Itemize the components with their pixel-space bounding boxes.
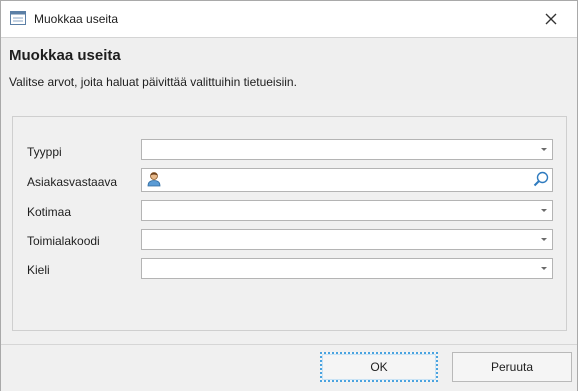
field-label-asiakasvastaava: Asiakasvastaava bbox=[27, 175, 118, 189]
button-bar: OK Peruuta bbox=[1, 344, 577, 391]
field-label-tyyppi: Tyyppi bbox=[27, 145, 62, 159]
close-button[interactable] bbox=[537, 7, 565, 31]
field-label-kotimaa: Kotimaa bbox=[27, 205, 72, 219]
content-area: Tyyppi Asiakasvastaava Kotimaa Toimialak… bbox=[1, 100, 577, 344]
title-bar: Muokkaa useita bbox=[1, 1, 577, 37]
close-icon bbox=[545, 13, 557, 25]
ok-button[interactable]: OK bbox=[320, 352, 438, 382]
fields-panel: Tyyppi Asiakasvastaava Kotimaa Toimialak… bbox=[12, 116, 567, 331]
dialog-instructions: Valitse arvot, joita haluat päivittää va… bbox=[9, 75, 297, 89]
cancel-button[interactable]: Peruuta bbox=[452, 352, 572, 382]
chevron-down-icon[interactable] bbox=[541, 209, 547, 212]
chevron-down-icon[interactable] bbox=[541, 238, 547, 241]
dialog-heading: Muokkaa useita bbox=[9, 47, 121, 64]
field-label-toimialakoodi: Toimialakoodi bbox=[27, 234, 100, 248]
chevron-down-icon[interactable] bbox=[541, 148, 547, 151]
kieli-dropdown[interactable] bbox=[141, 258, 553, 279]
kotimaa-dropdown[interactable] bbox=[141, 200, 553, 221]
person-icon bbox=[147, 172, 161, 187]
dialog-window: Muokkaa useita Muokkaa useita Valitse ar… bbox=[0, 0, 578, 391]
chevron-down-icon[interactable] bbox=[541, 267, 547, 270]
window-title: Muokkaa useita bbox=[34, 12, 119, 26]
header-panel: Muokkaa useita Valitse arvot, joita halu… bbox=[1, 37, 577, 101]
field-label-kieli: Kieli bbox=[27, 263, 50, 277]
search-icon[interactable] bbox=[532, 170, 550, 188]
toimialakoodi-dropdown[interactable] bbox=[141, 229, 553, 250]
form-window-icon bbox=[10, 11, 26, 25]
tyyppi-dropdown[interactable] bbox=[141, 139, 553, 160]
asiakasvastaava-lookup[interactable] bbox=[141, 168, 553, 192]
